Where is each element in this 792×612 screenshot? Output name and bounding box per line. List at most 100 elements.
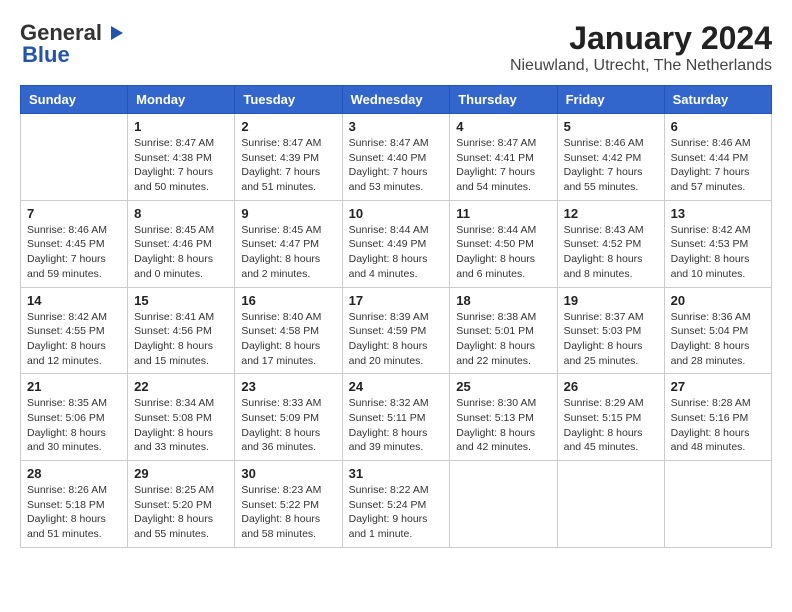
calendar-day-cell: 29 Sunrise: 8:25 AM Sunset: 5:20 PM Dayli… [128,461,235,548]
day-number: 9 [241,206,335,221]
day-number: 5 [564,119,658,134]
day-info: Sunrise: 8:33 AM Sunset: 5:09 PM Dayligh… [241,396,335,455]
day-info: Sunrise: 8:44 AM Sunset: 4:50 PM Dayligh… [456,223,550,282]
logo: General Blue [20,20,126,68]
day-info: Sunrise: 8:42 AM Sunset: 4:53 PM Dayligh… [671,223,765,282]
day-number: 29 [134,466,228,481]
calendar-day-cell: 8 Sunrise: 8:45 AM Sunset: 4:46 PM Daylig… [128,200,235,287]
location-title: Nieuwland, Utrecht, The Netherlands [510,57,772,75]
calendar-day-cell [450,461,557,548]
calendar-day-cell: 5 Sunrise: 8:46 AM Sunset: 4:42 PM Daylig… [557,114,664,201]
day-info: Sunrise: 8:40 AM Sunset: 4:58 PM Dayligh… [241,310,335,369]
calendar-table: SundayMondayTuesdayWednesdayThursdayFrid… [20,85,772,548]
weekday-header: Tuesday [235,86,342,114]
day-info: Sunrise: 8:26 AM Sunset: 5:18 PM Dayligh… [27,483,121,542]
calendar-day-cell: 12 Sunrise: 8:43 AM Sunset: 4:52 PM Dayli… [557,200,664,287]
day-info: Sunrise: 8:47 AM Sunset: 4:41 PM Dayligh… [456,136,550,195]
day-number: 12 [564,206,658,221]
calendar-day-cell: 13 Sunrise: 8:42 AM Sunset: 4:53 PM Dayli… [664,200,771,287]
day-number: 11 [456,206,550,221]
calendar-day-cell: 23 Sunrise: 8:33 AM Sunset: 5:09 PM Dayli… [235,374,342,461]
weekday-header: Monday [128,86,235,114]
calendar-day-cell: 1 Sunrise: 8:47 AM Sunset: 4:38 PM Daylig… [128,114,235,201]
day-info: Sunrise: 8:46 AM Sunset: 4:45 PM Dayligh… [27,223,121,282]
weekday-header: Wednesday [342,86,450,114]
calendar-day-cell: 3Sunrise: 8:47 AM Sunset: 4:40 PM Daylig… [342,114,450,201]
day-number: 16 [241,293,335,308]
title-block: January 2024 Nieuwland, Utrecht, The Net… [510,20,772,75]
day-info: Sunrise: 8:34 AM Sunset: 5:08 PM Dayligh… [134,396,228,455]
calendar-day-cell: 20 Sunrise: 8:36 AM Sunset: 5:04 PM Dayli… [664,287,771,374]
day-number: 20 [671,293,765,308]
day-number: 30 [241,466,335,481]
day-info: Sunrise: 8:32 AM Sunset: 5:11 PM Dayligh… [349,396,444,455]
day-info: Sunrise: 8:36 AM Sunset: 5:04 PM Dayligh… [671,310,765,369]
day-number: 24 [349,379,444,394]
day-info: Sunrise: 8:28 AM Sunset: 5:16 PM Dayligh… [671,396,765,455]
day-number: 1 [134,119,228,134]
day-info: Sunrise: 8:42 AM Sunset: 4:55 PM Dayligh… [27,310,121,369]
calendar-week-row: 28 Sunrise: 8:26 AM Sunset: 5:18 PM Dayli… [21,461,772,548]
day-number: 14 [27,293,121,308]
day-number: 10 [349,206,444,221]
calendar-day-cell: 18Sunrise: 8:38 AM Sunset: 5:01 PM Dayli… [450,287,557,374]
day-info: Sunrise: 8:45 AM Sunset: 4:47 PM Dayligh… [241,223,335,282]
day-info: Sunrise: 8:47 AM Sunset: 4:38 PM Dayligh… [134,136,228,195]
day-info: Sunrise: 8:35 AM Sunset: 5:06 PM Dayligh… [27,396,121,455]
page-header: General Blue January 2024 Nieuwland, Utr… [20,20,772,75]
calendar-week-row: 21 Sunrise: 8:35 AM Sunset: 5:06 PM Dayli… [21,374,772,461]
calendar-day-cell: 21 Sunrise: 8:35 AM Sunset: 5:06 PM Dayli… [21,374,128,461]
day-number: 22 [134,379,228,394]
calendar-day-cell: 24 Sunrise: 8:32 AM Sunset: 5:11 PM Dayli… [342,374,450,461]
day-number: 23 [241,379,335,394]
calendar-day-cell: 27Sunrise: 8:28 AM Sunset: 5:16 PM Dayli… [664,374,771,461]
weekday-header: Thursday [450,86,557,114]
calendar-day-cell: 7Sunrise: 8:46 AM Sunset: 4:45 PM Daylig… [21,200,128,287]
day-info: Sunrise: 8:46 AM Sunset: 4:42 PM Dayligh… [564,136,658,195]
day-number: 15 [134,293,228,308]
day-info: Sunrise: 8:37 AM Sunset: 5:03 PM Dayligh… [564,310,658,369]
day-info: Sunrise: 8:23 AM Sunset: 5:22 PM Dayligh… [241,483,335,542]
calendar-day-cell: 9 Sunrise: 8:45 AM Sunset: 4:47 PM Daylig… [235,200,342,287]
calendar-day-cell: 4 Sunrise: 8:47 AM Sunset: 4:41 PM Daylig… [450,114,557,201]
day-number: 18 [456,293,550,308]
day-number: 25 [456,379,550,394]
calendar-day-cell: 2 Sunrise: 8:47 AM Sunset: 4:39 PM Daylig… [235,114,342,201]
day-info: Sunrise: 8:29 AM Sunset: 5:15 PM Dayligh… [564,396,658,455]
calendar-day-cell: 17Sunrise: 8:39 AM Sunset: 4:59 PM Dayli… [342,287,450,374]
day-number: 31 [349,466,444,481]
day-number: 2 [241,119,335,134]
calendar-day-cell: 28 Sunrise: 8:26 AM Sunset: 5:18 PM Dayli… [21,461,128,548]
calendar-day-cell: 6 Sunrise: 8:46 AM Sunset: 4:44 PM Daylig… [664,114,771,201]
day-number: 26 [564,379,658,394]
day-info: Sunrise: 8:41 AM Sunset: 4:56 PM Dayligh… [134,310,228,369]
day-info: Sunrise: 8:22 AM Sunset: 5:24 PM Dayligh… [349,483,444,542]
calendar-header-row: SundayMondayTuesdayWednesdayThursdayFrid… [21,86,772,114]
day-number: 28 [27,466,121,481]
day-info: Sunrise: 8:25 AM Sunset: 5:20 PM Dayligh… [134,483,228,542]
calendar-day-cell: 22 Sunrise: 8:34 AM Sunset: 5:08 PM Dayli… [128,374,235,461]
day-info: Sunrise: 8:30 AM Sunset: 5:13 PM Dayligh… [456,396,550,455]
calendar-day-cell: 15 Sunrise: 8:41 AM Sunset: 4:56 PM Dayli… [128,287,235,374]
day-number: 21 [27,379,121,394]
day-number: 17 [349,293,444,308]
day-info: Sunrise: 8:45 AM Sunset: 4:46 PM Dayligh… [134,223,228,282]
calendar-day-cell: 10 Sunrise: 8:44 AM Sunset: 4:49 PM Dayli… [342,200,450,287]
day-info: Sunrise: 8:46 AM Sunset: 4:44 PM Dayligh… [671,136,765,195]
calendar-day-cell: 31 Sunrise: 8:22 AM Sunset: 5:24 PM Dayli… [342,461,450,548]
calendar-day-cell [21,114,128,201]
calendar-day-cell: 16 Sunrise: 8:40 AM Sunset: 4:58 PM Dayli… [235,287,342,374]
month-title: January 2024 [510,20,772,57]
day-number: 13 [671,206,765,221]
calendar-day-cell: 19 Sunrise: 8:37 AM Sunset: 5:03 PM Dayli… [557,287,664,374]
day-number: 4 [456,119,550,134]
logo-icon [103,22,125,44]
day-info: Sunrise: 8:43 AM Sunset: 4:52 PM Dayligh… [564,223,658,282]
logo-blue: Blue [22,42,70,68]
day-number: 19 [564,293,658,308]
day-info: Sunrise: 8:44 AM Sunset: 4:49 PM Dayligh… [349,223,444,282]
day-info: Sunrise: 8:47 AM Sunset: 4:39 PM Dayligh… [241,136,335,195]
day-number: 6 [671,119,765,134]
weekday-header: Saturday [664,86,771,114]
day-number: 8 [134,206,228,221]
